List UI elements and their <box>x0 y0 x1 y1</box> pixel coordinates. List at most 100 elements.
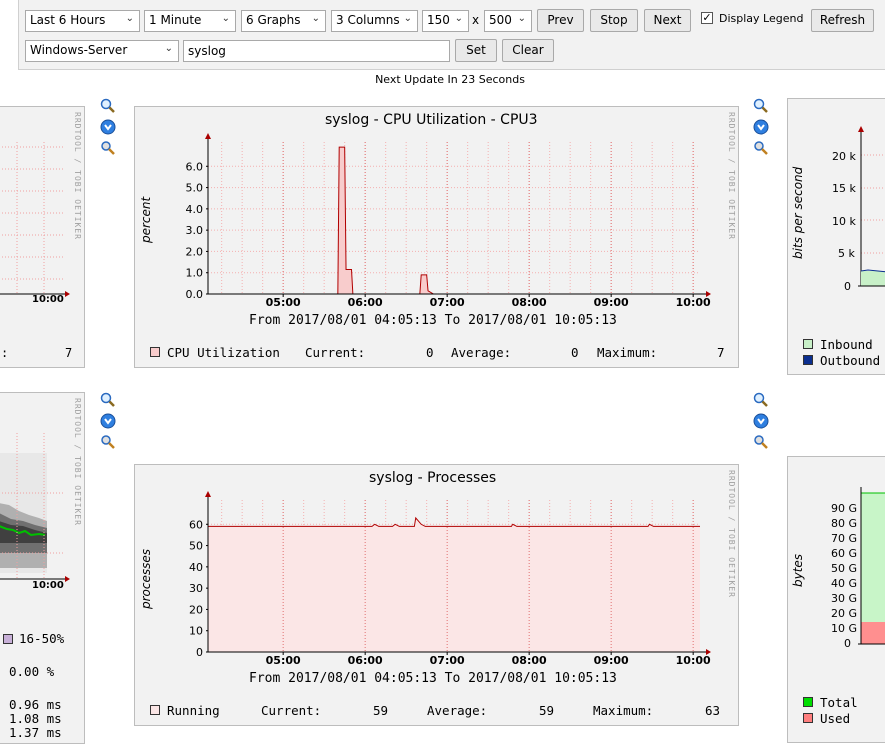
series-line <box>208 516 700 527</box>
graph-right-bottom[interactable]: bytes 90 G 80 G 70 G 60 G 50 G 40 G 30 G… <box>787 456 885 743</box>
width-value: 500 <box>489 13 512 27</box>
set-button[interactable]: Set <box>455 39 497 62</box>
prev-button[interactable]: Prev <box>537 9 584 32</box>
properties-icon[interactable] <box>100 140 116 156</box>
y-tick: 10 G <box>831 622 858 635</box>
legend-colon: : <box>1 346 9 360</box>
zoom-icon[interactable] <box>100 98 116 114</box>
x-tick: 06:00 <box>348 654 383 665</box>
interval-value: 1 Minute <box>149 13 202 27</box>
y-tick: 40 <box>189 561 203 574</box>
x-tick: 08:00 <box>512 654 547 665</box>
legend-current-value: 0 <box>426 345 434 360</box>
legend-outbound: Outbound <box>820 353 881 368</box>
download-icon[interactable] <box>753 119 769 135</box>
zoom-icon[interactable] <box>753 392 769 408</box>
y-tick: 4.0 <box>186 203 204 216</box>
legend-maximum-label: Maximum: <box>593 703 654 718</box>
x-tick: 05:00 <box>266 296 301 307</box>
graph-processes[interactable]: syslog - Processes processes RRDTOOL / T… <box>134 464 739 726</box>
y-tick: 0.0 <box>186 288 204 301</box>
legend-maximum-value: 7 <box>717 345 725 360</box>
legend-average-value: 59 <box>539 703 555 718</box>
columns-select[interactable]: 3 Columns ⌄ <box>331 10 418 32</box>
host-value: Windows-Server <box>30 43 128 57</box>
y-tick: 3.0 <box>186 224 204 237</box>
x-tick: 07:00 <box>430 654 465 665</box>
next-button[interactable]: Next <box>644 9 691 32</box>
zoom-icon[interactable] <box>753 98 769 114</box>
timespan-value: Last 6 Hours <box>30 13 106 27</box>
latency-value: 1.37 ms <box>9 725 62 740</box>
legend-swatch-used <box>803 713 813 723</box>
legend-total: Total <box>820 695 858 710</box>
y-axis-arrow <box>205 133 211 139</box>
x-tick: 09:00 <box>594 654 629 665</box>
zoom-icon[interactable] <box>100 392 116 408</box>
next-update-text: Next Update In 23 Seconds <box>375 73 525 86</box>
x-tick: 07:00 <box>430 296 465 307</box>
legend-swatch <box>150 705 160 715</box>
rrdtool-credit: RRDTOOL / TOBI OETIKER <box>73 112 82 240</box>
graph-left-top[interactable]: 10:00 RRDTOOL / TOBI OETIKER : 7 <box>0 106 85 368</box>
x-tick: 10:00 <box>32 294 64 305</box>
y-tick: 60 G <box>831 547 858 560</box>
graph-left-top-plot <box>0 142 70 297</box>
legend-average-label: Average: <box>451 345 512 360</box>
legend-swatch-outbound <box>803 355 813 365</box>
latency-value: 0.96 ms <box>9 697 62 712</box>
download-icon[interactable] <box>753 413 769 429</box>
y-tick: 30 <box>189 582 203 595</box>
y-tick: 0 <box>196 646 203 659</box>
legend-maximum-value: 7 <box>65 346 73 360</box>
x-tick: 06:00 <box>348 296 383 307</box>
y-tick: 60 <box>189 518 203 531</box>
display-legend-label: Display Legend <box>719 12 804 25</box>
graph-left-bottom[interactable]: 10:00 RRDTOOL / TOBI OETIKER 16-50% 0.00… <box>0 392 85 744</box>
legend-swatch-total <box>803 697 813 707</box>
stop-button[interactable]: Stop <box>590 9 638 32</box>
download-icon[interactable] <box>100 413 116 429</box>
x-tick: 08:00 <box>512 296 547 307</box>
x-tick: 10:00 <box>676 296 711 307</box>
graph-left-bottom-plot <box>0 433 70 582</box>
refresh-button[interactable]: Refresh <box>811 9 874 32</box>
graph-cpu-utilization[interactable]: syslog - CPU Utilization - CPU3 percent … <box>134 106 739 368</box>
properties-icon[interactable] <box>100 434 116 450</box>
y-tick: 1.0 <box>186 267 204 280</box>
area-series <box>208 517 700 652</box>
interval-select[interactable]: 1 Minute ⌄ <box>144 10 236 32</box>
height-select[interactable]: 150 ⌄ <box>422 10 469 32</box>
clear-button[interactable]: Clear <box>502 39 554 62</box>
filter-input[interactable]: syslog <box>183 40 450 62</box>
width-select[interactable]: 500 ⌄ <box>484 10 532 32</box>
y-tick: 5.0 <box>186 182 204 195</box>
download-icon[interactable] <box>100 119 116 135</box>
y-tick: 50 <box>189 540 203 553</box>
chevron-down-icon: ⌄ <box>125 13 134 24</box>
legend-swatch <box>3 634 13 644</box>
legend-average-value: 0 <box>571 345 579 360</box>
chevron-down-icon: ⌄ <box>164 43 173 54</box>
chevron-down-icon: ⌄ <box>517 13 526 24</box>
properties-icon[interactable] <box>753 140 769 156</box>
timespan-select[interactable]: Last 6 Hours ⌄ <box>25 10 140 32</box>
graph-right-top[interactable]: bits per second 20 k 15 k 10 k 5 k 0 Inb… <box>787 98 885 375</box>
display-legend-checkbox[interactable]: ✓ <box>701 12 713 24</box>
host-select[interactable]: Windows-Server ⌄ <box>25 40 179 62</box>
y-axis-arrow <box>205 491 211 497</box>
y-tick: 70 G <box>831 532 858 545</box>
graphs-select[interactable]: 6 Graphs ⌄ <box>241 10 326 32</box>
y-tick: 80 G <box>831 517 858 530</box>
x-tick: 05:00 <box>266 654 301 665</box>
y-tick: 5 k <box>838 247 855 260</box>
legend-swatch-inbound <box>803 339 813 349</box>
y-tick: 50 G <box>831 562 858 575</box>
rrdtool-credit: RRDTOOL / TOBI OETIKER <box>73 398 82 526</box>
properties-icon[interactable] <box>753 434 769 450</box>
legend-inbound: Inbound <box>820 337 873 352</box>
x-tick: 09:00 <box>594 296 629 307</box>
height-value: 150 <box>427 13 450 27</box>
legend-maximum-value: 63 <box>705 703 721 718</box>
legend-used: Used <box>820 711 851 726</box>
